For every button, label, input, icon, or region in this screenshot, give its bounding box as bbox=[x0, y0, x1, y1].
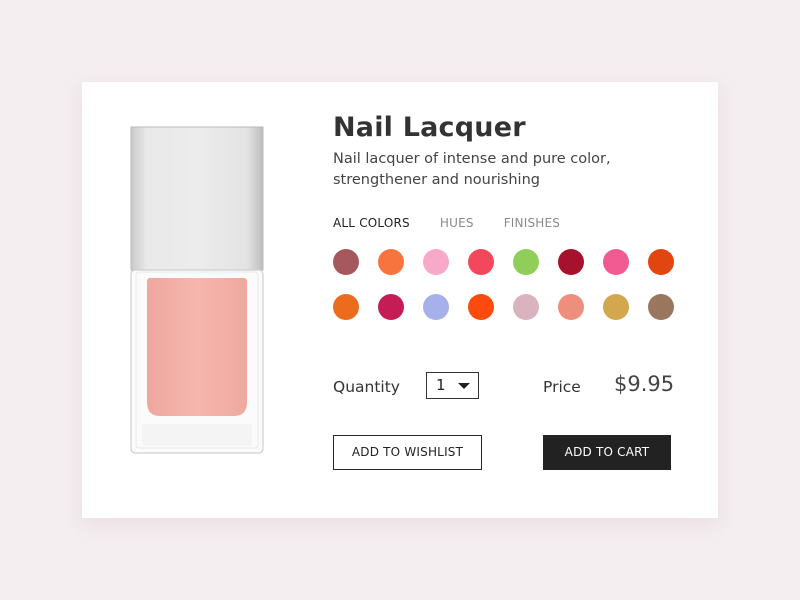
add-to-cart-button[interactable]: ADD TO CART bbox=[543, 435, 671, 470]
color-swatch[interactable] bbox=[513, 294, 539, 320]
price-label: Price bbox=[543, 378, 581, 396]
caret-down-icon bbox=[458, 383, 470, 389]
color-swatch[interactable] bbox=[378, 294, 404, 320]
color-swatch-grid bbox=[333, 249, 678, 320]
color-swatch[interactable] bbox=[468, 249, 494, 275]
price-value: $9.95 bbox=[614, 372, 675, 396]
color-swatch[interactable] bbox=[648, 294, 674, 320]
color-swatch[interactable] bbox=[333, 294, 359, 320]
color-swatch[interactable] bbox=[603, 249, 629, 275]
color-swatch[interactable] bbox=[468, 294, 494, 320]
color-swatch[interactable] bbox=[423, 249, 449, 275]
tab-finishes[interactable]: FINISHES bbox=[504, 216, 560, 230]
add-to-wishlist-button[interactable]: ADD TO WISHLIST bbox=[333, 435, 482, 470]
color-swatch[interactable] bbox=[378, 249, 404, 275]
color-swatch[interactable] bbox=[423, 294, 449, 320]
quantity-label: Quantity bbox=[333, 378, 400, 396]
color-swatch[interactable] bbox=[513, 249, 539, 275]
color-swatch[interactable] bbox=[603, 294, 629, 320]
purchase-row: Quantity 1 Price $9.95 bbox=[333, 372, 675, 402]
tab-all-colors[interactable]: ALL COLORS bbox=[333, 216, 410, 230]
color-swatch[interactable] bbox=[558, 294, 584, 320]
color-swatch[interactable] bbox=[333, 249, 359, 275]
tab-hues[interactable]: HUES bbox=[440, 216, 474, 230]
product-description: Nail lacquer of intense and pure color, … bbox=[333, 151, 611, 188]
quantity-dropdown[interactable]: 1 bbox=[426, 372, 479, 399]
quantity-value: 1 bbox=[436, 376, 446, 394]
nail-polish-bottle-image bbox=[130, 126, 264, 454]
color-filter-tabs: ALL COLORS HUES FINISHES bbox=[333, 216, 678, 230]
product-card: Nail Lacquer Nail lacquer of intense and… bbox=[82, 82, 718, 518]
color-swatch[interactable] bbox=[558, 249, 584, 275]
product-details: Nail Lacquer Nail lacquer of intense and… bbox=[333, 110, 678, 470]
product-title: Nail Lacquer bbox=[333, 112, 526, 143]
color-swatch[interactable] bbox=[648, 249, 674, 275]
